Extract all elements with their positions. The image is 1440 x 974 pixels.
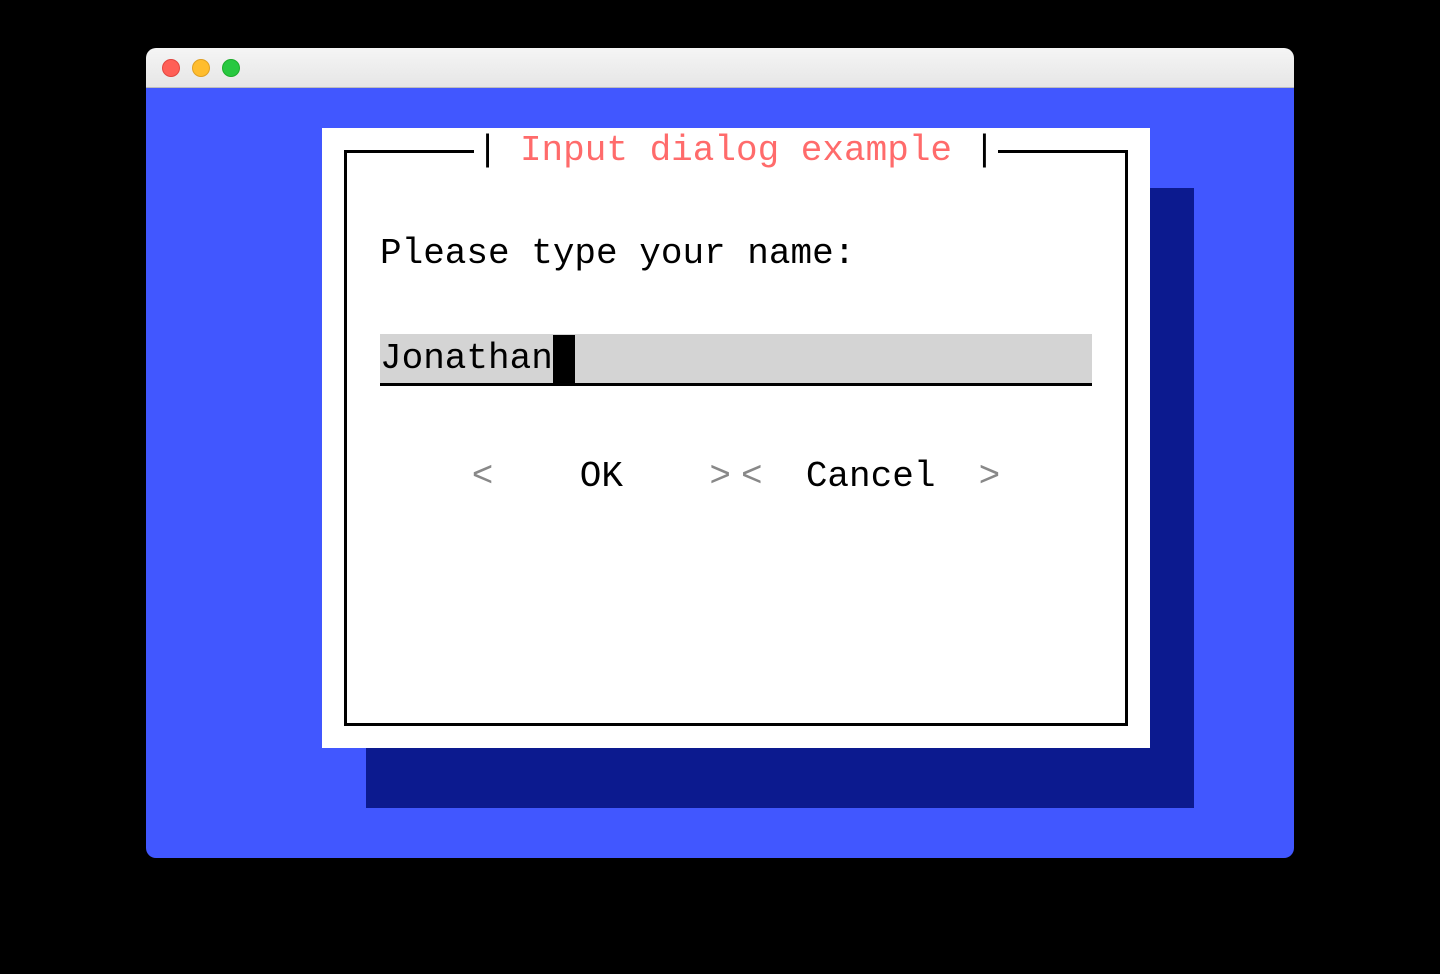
app-window: | Input dialog example | Please type you… [146,48,1294,858]
input-value: Jonathan [380,338,553,379]
cancel-button[interactable]: < Cancel > [741,456,1000,497]
dialog-prompt: Please type your name: [380,233,1092,274]
button-row: < OK > < Cancel > [380,456,1092,497]
window-titlebar [146,48,1294,88]
close-window-button[interactable] [162,59,180,77]
maximize-window-button[interactable] [222,59,240,77]
dialog-frame: | Input dialog example | Please type you… [344,150,1128,726]
dialog-title: | Input dialog example | [474,131,999,171]
name-input[interactable]: Jonathan [380,334,1092,386]
minimize-window-button[interactable] [192,59,210,77]
input-dialog: | Input dialog example | Please type you… [322,128,1150,748]
ok-button[interactable]: < OK > [472,456,731,497]
text-cursor [553,335,575,383]
terminal-area: | Input dialog example | Please type you… [146,88,1294,858]
